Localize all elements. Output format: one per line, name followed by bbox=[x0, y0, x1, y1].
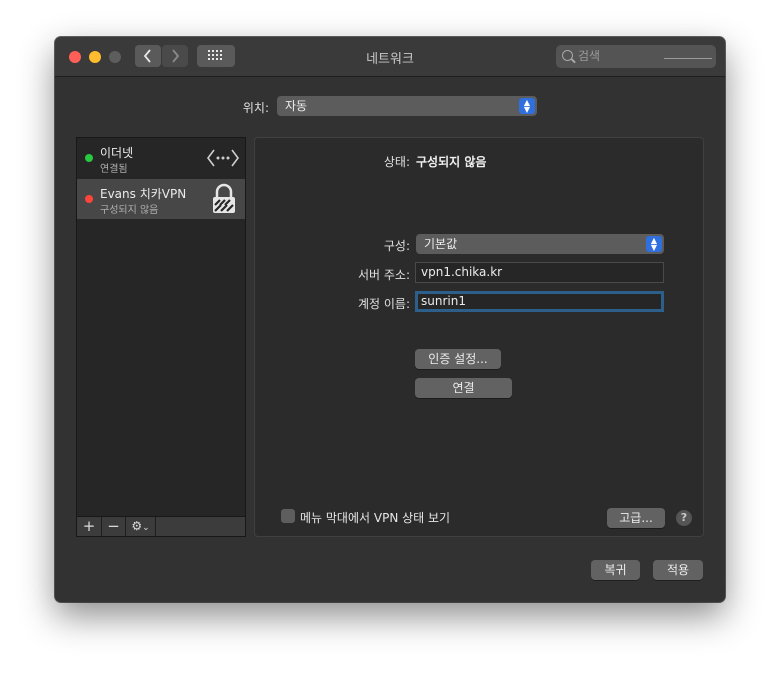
service-item-vpn[interactable]: Evans 치카VPN 구성되지 않음 bbox=[77, 179, 245, 219]
location-value: 자동 bbox=[285, 99, 308, 113]
account-name-label: 계정 이름: bbox=[357, 297, 410, 311]
service-status: 구성되지 않음 bbox=[100, 205, 159, 216]
service-list: 이더넷 연결됨 Evans 치카VPN 구성되지 않음 bbox=[76, 137, 246, 517]
minus-icon: − bbox=[107, 517, 120, 535]
status-dot bbox=[85, 195, 93, 203]
authentication-settings-button[interactable]: 인증 설정... bbox=[415, 349, 501, 369]
account-name-field[interactable]: sunrin1 bbox=[415, 291, 664, 312]
service-item-ethernet[interactable]: 이더넷 연결됨 bbox=[77, 138, 245, 178]
detail-panel: 상태: 구성되지 않음 구성: 기본값 ▲ ▼ 서버 주소: vpn1.chika… bbox=[254, 137, 704, 537]
service-name: Evans 치카VPN bbox=[100, 187, 187, 201]
search-field[interactable]: 검색 bbox=[556, 45, 716, 68]
config-value: 기본값 bbox=[424, 237, 458, 251]
connect-button[interactable]: 연결 bbox=[415, 378, 512, 398]
chevron-down-icon: ⌄ bbox=[142, 523, 150, 533]
remove-service-button[interactable]: − bbox=[102, 517, 126, 536]
service-list-toolbar: + − ⚙⌄ bbox=[76, 516, 246, 537]
ethernet-arrows-icon bbox=[207, 149, 239, 167]
search-icon bbox=[562, 50, 573, 61]
network-preferences-window: 네트워크 검색 위치: 자동 ▲ ▼ 이더넷 연결됨 Evans 치카VPN 구성… bbox=[55, 37, 725, 602]
revert-button[interactable]: 복귀 bbox=[591, 560, 640, 580]
updown-arrows-icon: ▲ ▼ bbox=[519, 98, 535, 114]
search-underline bbox=[664, 58, 712, 59]
vpn-lock-icon bbox=[213, 183, 235, 213]
help-button[interactable]: ? bbox=[676, 510, 692, 526]
updown-arrows-icon: ▲ ▼ bbox=[646, 236, 662, 252]
title-bar: 네트워크 검색 bbox=[55, 37, 725, 77]
server-address-label: 서버 주소: bbox=[357, 268, 410, 282]
plus-icon: + bbox=[82, 517, 96, 535]
advanced-button[interactable]: 고급... bbox=[607, 508, 665, 528]
vpn-status-menu-checkbox[interactable] bbox=[281, 509, 295, 523]
status-label: 상태: bbox=[383, 155, 410, 169]
server-address-field[interactable]: vpn1.chika.kr bbox=[415, 262, 664, 283]
search-placeholder: 검색 bbox=[578, 49, 601, 63]
config-label: 구성: bbox=[383, 239, 410, 253]
service-name: 이더넷 bbox=[100, 146, 134, 160]
status-dot bbox=[85, 154, 93, 162]
location-label: 위치: bbox=[242, 101, 269, 115]
add-service-button[interactable]: + bbox=[77, 517, 102, 536]
location-popup[interactable]: 자동 ▲ ▼ bbox=[277, 96, 537, 116]
status-value: 구성되지 않음 bbox=[416, 155, 487, 169]
service-actions-button[interactable]: ⚙⌄ bbox=[126, 517, 156, 536]
gear-icon: ⚙ bbox=[131, 519, 143, 533]
config-popup[interactable]: 기본값 ▲ ▼ bbox=[416, 234, 664, 254]
apply-button[interactable]: 적용 bbox=[653, 560, 703, 580]
service-status: 연결됨 bbox=[100, 164, 128, 175]
vpn-status-menu-label: 메뉴 막대에서 VPN 상태 보기 bbox=[300, 511, 451, 525]
